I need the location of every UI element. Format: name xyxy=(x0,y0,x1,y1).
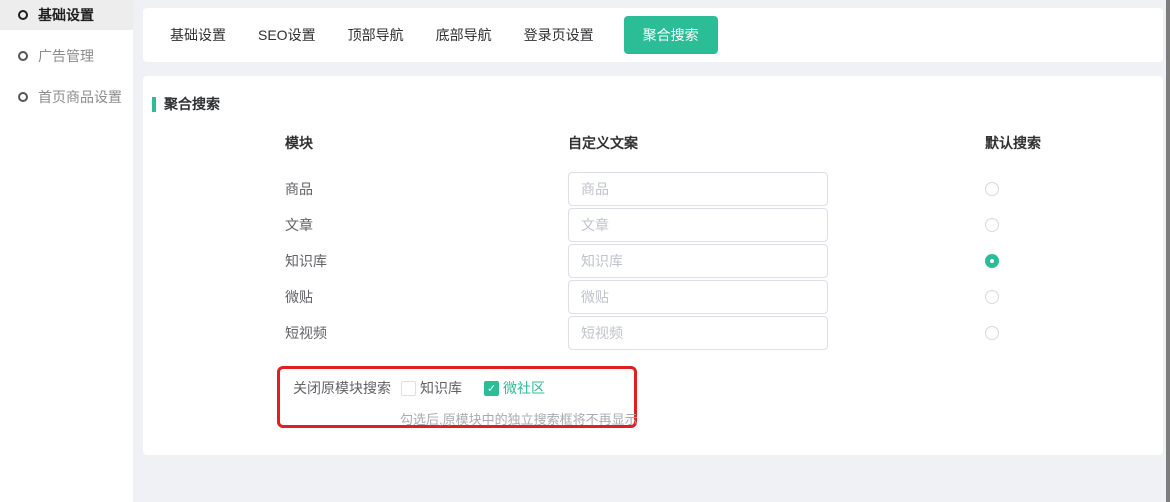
module-label: 短视频 xyxy=(285,315,327,351)
table-row: 文章 xyxy=(143,207,1163,243)
circle-bullet-icon xyxy=(18,51,28,61)
aggregate-search-panel: 聚合搜索 模块 自定义文案 默认搜索 商品 文章 知识库 xyxy=(143,76,1163,455)
settings-tabbar: 基础设置 SEO设置 顶部导航 底部导航 登录页设置 聚合搜索 xyxy=(143,8,1163,62)
settings-page: 基础设置 广告管理 首页商品设置 基础设置 SEO设置 顶部导航 底部导航 登录… xyxy=(0,0,1170,502)
module-label: 文章 xyxy=(285,207,313,243)
module-label: 知识库 xyxy=(285,243,327,279)
checkbox-icon xyxy=(401,381,416,396)
settings-tab[interactable]: 聚合搜索 xyxy=(624,16,718,54)
checkbox-label: 微社区 xyxy=(503,378,545,398)
settings-tab[interactable]: 登录页设置 xyxy=(522,16,596,54)
default-search-radio[interactable] xyxy=(985,182,999,196)
default-search-radio[interactable] xyxy=(985,290,999,304)
circle-bullet-icon xyxy=(18,92,28,102)
module-disable-checkbox[interactable]: 微社区 xyxy=(484,378,545,398)
section-accent-bar xyxy=(152,97,156,112)
circle-bullet-icon xyxy=(18,10,28,20)
close-original-module-row: 关闭原模块搜索 知识库 微社区 xyxy=(293,378,545,398)
red-annotation-box: 关闭原模块搜索 知识库 微社区 勾选后,原模块中的独 xyxy=(277,366,637,428)
default-search-radio[interactable] xyxy=(985,218,999,232)
sidebar: 基础设置 广告管理 首页商品设置 xyxy=(0,0,133,502)
checkbox-icon xyxy=(484,381,499,396)
column-header-module: 模块 xyxy=(285,133,313,153)
sidebar-item[interactable]: 广告管理 xyxy=(0,41,133,71)
default-search-radio[interactable] xyxy=(985,254,999,268)
column-header-default-search: 默认搜索 xyxy=(985,133,1041,153)
settings-tab[interactable]: SEO设置 xyxy=(256,16,318,54)
column-header-custom-text: 自定义文案 xyxy=(568,133,638,153)
table-row: 商品 xyxy=(143,171,1163,207)
sidebar-item-label: 基础设置 xyxy=(38,5,94,25)
sidebar-item[interactable]: 首页商品设置 xyxy=(0,82,133,112)
close-original-module-label: 关闭原模块搜索 xyxy=(293,378,391,398)
vertical-scrollbar[interactable] xyxy=(1166,0,1170,502)
settings-tab[interactable]: 底部导航 xyxy=(434,16,494,54)
close-original-hint: 勾选后,原模块中的独立搜索框将不再显示 xyxy=(400,409,638,428)
settings-tab[interactable]: 顶部导航 xyxy=(346,16,406,54)
module-disable-checkbox[interactable]: 知识库 xyxy=(401,378,462,398)
module-table: 商品 文章 知识库 微贴 xyxy=(143,171,1163,351)
table-row: 知识库 xyxy=(143,243,1163,279)
module-label: 微贴 xyxy=(285,279,313,315)
module-label: 商品 xyxy=(285,171,313,207)
table-row: 微贴 xyxy=(143,279,1163,315)
sidebar-item-label: 首页商品设置 xyxy=(38,87,122,107)
default-search-radio[interactable] xyxy=(985,326,999,340)
custom-text-input[interactable] xyxy=(568,208,828,242)
section-header: 聚合搜索 xyxy=(152,94,220,114)
close-checkbox-group: 知识库 微社区 xyxy=(391,378,545,398)
section-title: 聚合搜索 xyxy=(164,94,220,114)
checkbox-label: 知识库 xyxy=(420,378,462,398)
custom-text-input[interactable] xyxy=(568,316,828,350)
settings-tab[interactable]: 基础设置 xyxy=(168,16,228,54)
sidebar-item-label: 广告管理 xyxy=(38,46,94,66)
sidebar-item[interactable]: 基础设置 xyxy=(0,0,133,30)
custom-text-input[interactable] xyxy=(568,172,828,206)
custom-text-input[interactable] xyxy=(568,280,828,314)
table-row: 短视频 xyxy=(143,315,1163,351)
custom-text-input[interactable] xyxy=(568,244,828,278)
